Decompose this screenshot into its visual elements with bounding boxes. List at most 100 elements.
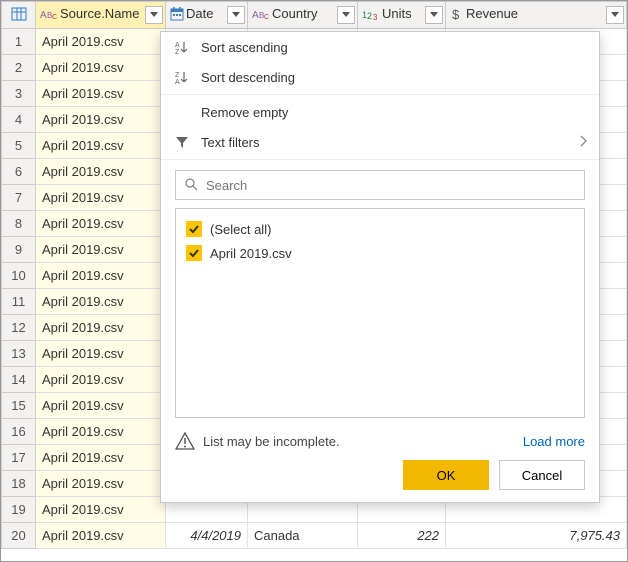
column-filter-button[interactable] xyxy=(337,6,355,24)
column-header-units[interactable]: 123 Units xyxy=(358,2,446,29)
int-type-icon: 123 xyxy=(362,7,380,21)
row-number[interactable]: 9 xyxy=(2,237,36,263)
sort-desc-icon: ZA xyxy=(173,70,191,84)
row-number[interactable]: 19 xyxy=(2,497,36,523)
cell-source-name[interactable]: April 2019.csv xyxy=(36,471,166,497)
menu-label: Remove empty xyxy=(201,105,288,120)
cell-source-name[interactable]: April 2019.csv xyxy=(36,159,166,185)
menu-label: Sort descending xyxy=(201,70,295,85)
row-number[interactable]: 7 xyxy=(2,185,36,211)
cell-source-name[interactable]: April 2019.csv xyxy=(36,185,166,211)
column-label: Revenue xyxy=(466,6,518,21)
row-number[interactable]: 18 xyxy=(2,471,36,497)
filter-value-list[interactable]: (Select all) April 2019.csv xyxy=(175,208,585,418)
cell-source-name[interactable]: April 2019.csv xyxy=(36,55,166,81)
row-number[interactable]: 6 xyxy=(2,159,36,185)
cell-source-name[interactable]: April 2019.csv xyxy=(36,315,166,341)
row-number[interactable]: 20 xyxy=(2,523,36,549)
cell-source-name[interactable]: April 2019.csv xyxy=(36,237,166,263)
filter-value-item[interactable]: April 2019.csv xyxy=(186,241,574,265)
filter-value-label: (Select all) xyxy=(210,222,271,237)
currency-type-icon: $ xyxy=(450,7,464,21)
cell-source-name[interactable]: April 2019.csv xyxy=(36,497,166,523)
filter-value-item[interactable]: (Select all) xyxy=(186,217,574,241)
cell-units[interactable]: 222 xyxy=(358,523,446,549)
column-label: Source.Name xyxy=(60,6,139,21)
cell-source-name[interactable]: April 2019.csv xyxy=(36,29,166,55)
ok-button[interactable]: OK xyxy=(403,460,489,490)
row-number[interactable]: 8 xyxy=(2,211,36,237)
table-corner-icon[interactable] xyxy=(2,2,36,29)
date-type-icon xyxy=(170,7,184,21)
cell-source-name[interactable]: April 2019.csv xyxy=(36,393,166,419)
table-row[interactable]: 20April 2019.csv4/4/2019Canada2227,975.4… xyxy=(2,523,627,549)
svg-text:Z: Z xyxy=(175,72,180,79)
svg-text:$: $ xyxy=(452,7,460,21)
cell-source-name[interactable]: April 2019.csv xyxy=(36,289,166,315)
checkbox[interactable] xyxy=(186,245,202,261)
load-more-link[interactable]: Load more xyxy=(523,434,585,449)
row-number[interactable]: 3 xyxy=(2,81,36,107)
row-number[interactable]: 16 xyxy=(2,419,36,445)
row-number[interactable]: 4 xyxy=(2,107,36,133)
search-input[interactable] xyxy=(204,177,576,194)
incomplete-warning-text: List may be incomplete. xyxy=(203,434,515,449)
cell-source-name[interactable]: April 2019.csv xyxy=(36,263,166,289)
row-number[interactable]: 5 xyxy=(2,133,36,159)
cell-source-name[interactable]: April 2019.csv xyxy=(36,445,166,471)
column-label: Date xyxy=(186,6,213,21)
svg-text:A: A xyxy=(175,42,180,49)
svg-text:A: A xyxy=(252,10,259,21)
checkbox[interactable] xyxy=(186,221,202,237)
filter-search-box[interactable] xyxy=(175,170,585,200)
menu-label: Text filters xyxy=(201,135,260,150)
column-header-country[interactable]: ABC Country xyxy=(248,2,358,29)
cell-source-name[interactable]: April 2019.csv xyxy=(36,341,166,367)
column-filter-button[interactable] xyxy=(227,6,245,24)
svg-text:C: C xyxy=(264,14,269,21)
cancel-button[interactable]: Cancel xyxy=(499,460,585,490)
row-number[interactable]: 14 xyxy=(2,367,36,393)
row-number[interactable]: 17 xyxy=(2,445,36,471)
row-number[interactable]: 13 xyxy=(2,341,36,367)
row-number[interactable]: 1 xyxy=(2,29,36,55)
svg-text:A: A xyxy=(175,79,180,84)
text-filters-item[interactable]: Text filters xyxy=(161,127,599,157)
cell-source-name[interactable]: April 2019.csv xyxy=(36,81,166,107)
column-filter-button[interactable] xyxy=(425,6,443,24)
row-number[interactable]: 10 xyxy=(2,263,36,289)
column-header-revenue[interactable]: $ Revenue xyxy=(446,2,627,29)
cell-source-name[interactable]: April 2019.csv xyxy=(36,211,166,237)
cell-country[interactable]: Canada xyxy=(248,523,358,549)
sort-ascending-item[interactable]: AZ Sort ascending xyxy=(161,32,599,62)
sort-descending-item[interactable]: ZA Sort descending xyxy=(161,62,599,92)
cell-source-name[interactable]: April 2019.csv xyxy=(36,367,166,393)
row-number[interactable]: 11 xyxy=(2,289,36,315)
svg-text:C: C xyxy=(52,14,57,21)
row-number[interactable]: 12 xyxy=(2,315,36,341)
column-filter-panel: AZ Sort ascending ZA Sort descending Rem… xyxy=(160,31,600,503)
cell-source-name[interactable]: April 2019.csv xyxy=(36,133,166,159)
filter-icon xyxy=(173,135,191,149)
svg-text:2: 2 xyxy=(367,11,372,21)
column-filter-button[interactable] xyxy=(606,6,624,24)
svg-text:Z: Z xyxy=(175,49,180,54)
row-number[interactable]: 2 xyxy=(2,55,36,81)
column-filter-button[interactable] xyxy=(145,6,163,24)
column-header-date[interactable]: Date xyxy=(166,2,248,29)
menu-label: Sort ascending xyxy=(201,40,288,55)
cell-source-name[interactable]: April 2019.csv xyxy=(36,107,166,133)
filter-value-label: April 2019.csv xyxy=(210,246,292,261)
row-number[interactable]: 15 xyxy=(2,393,36,419)
text-type-icon: ABC xyxy=(252,7,270,21)
column-header-source-name[interactable]: ABC Source.Name xyxy=(36,2,166,29)
warning-icon xyxy=(175,432,195,450)
cell-source-name[interactable]: April 2019.csv xyxy=(36,523,166,549)
remove-empty-item[interactable]: Remove empty xyxy=(161,97,599,127)
chevron-right-icon xyxy=(579,135,587,150)
svg-text:3: 3 xyxy=(373,13,378,21)
search-icon xyxy=(184,177,198,194)
cell-revenue[interactable]: 7,975.43 xyxy=(446,523,627,549)
cell-source-name[interactable]: April 2019.csv xyxy=(36,419,166,445)
cell-date[interactable]: 4/4/2019 xyxy=(166,523,248,549)
